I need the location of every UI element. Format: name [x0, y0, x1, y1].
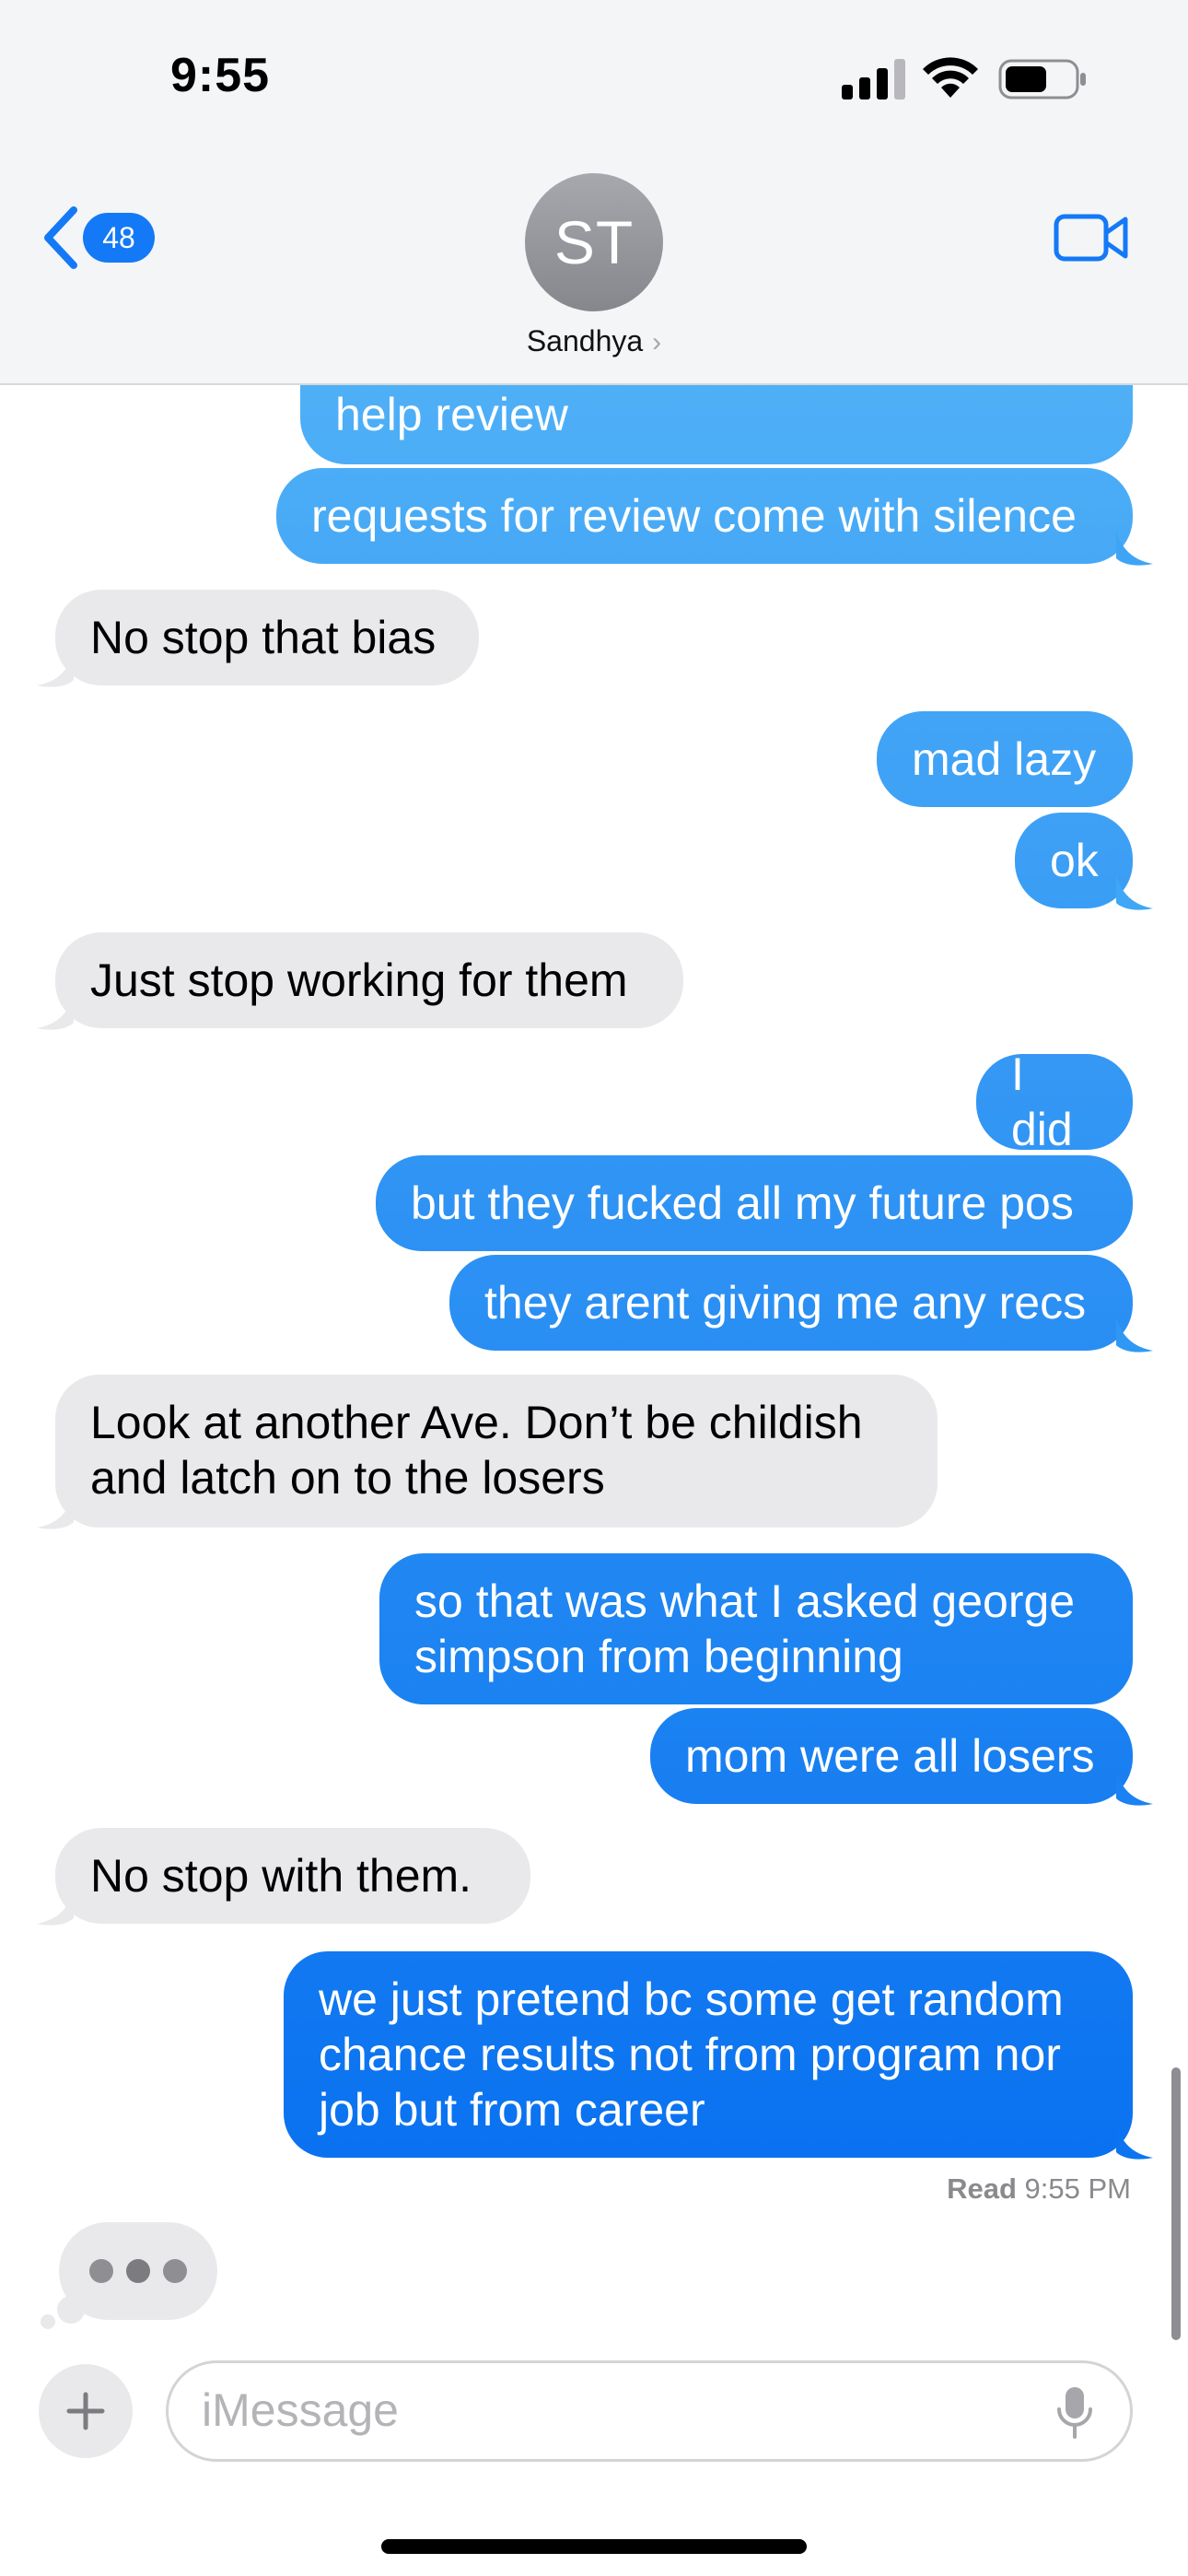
sent-message[interactable]: ok [1015, 813, 1133, 908]
scrollbar[interactable] [1171, 2067, 1181, 2340]
sent-message[interactable]: so that was what I asked george simpson … [379, 1553, 1133, 1704]
bubble-tail [1116, 1317, 1153, 1352]
status-time: 9:55 [170, 49, 271, 102]
read-time: 9:55 PM [1024, 2172, 1131, 2205]
received-message[interactable]: No stop that bias [55, 590, 479, 685]
typing-dot [89, 2259, 113, 2283]
received-message[interactable]: Just stop working for them [55, 932, 683, 1028]
typing-dot [126, 2259, 150, 2283]
bubble-tail [37, 1494, 74, 1529]
typing-indicator-tail [57, 2296, 85, 2324]
typing-dot [163, 2259, 187, 2283]
add-attachment-button[interactable] [39, 2364, 133, 2458]
read-receipt: Read 9:55 PM [947, 2172, 1131, 2206]
contact-name-label: Sandhya [526, 324, 644, 357]
sent-message[interactable]: help review [300, 372, 1133, 464]
signal-icon [842, 59, 905, 100]
bubble-tail [37, 652, 74, 687]
sent-message[interactable]: requests for review come with silence [276, 468, 1133, 564]
sent-message[interactable]: but they fucked all my future pos [376, 1155, 1133, 1251]
typing-indicator-tail [41, 2314, 55, 2329]
plus-icon [66, 2392, 105, 2430]
bubble-tail [37, 1891, 74, 1926]
video-camera-icon[interactable] [1054, 212, 1129, 263]
contact-name[interactable]: Sandhya › [0, 324, 1188, 358]
microphone-icon[interactable] [1056, 2385, 1093, 2441]
sent-message[interactable]: we just pretend bc some get random chanc… [284, 1951, 1133, 2158]
sent-message[interactable]: they arent giving me any recs [449, 1255, 1133, 1351]
sent-message[interactable]: mom were all losers [650, 1708, 1133, 1804]
unread-count-badge: 48 [83, 213, 155, 263]
bubble-tail [1116, 531, 1153, 566]
chevron-right-icon: › [652, 327, 662, 357]
sent-message[interactable]: mad lazy [877, 711, 1133, 807]
bubble-tail [1116, 2125, 1153, 2160]
read-label: Read [947, 2172, 1017, 2205]
back-button[interactable]: 48 [41, 205, 169, 271]
bubble-tail [37, 995, 74, 1030]
received-message[interactable]: Look at another Ave. Don’t be childish a… [55, 1375, 938, 1528]
bubble-tail [1116, 1771, 1153, 1806]
back-chevron-icon [44, 206, 77, 269]
avatar-initials: ST [553, 208, 635, 276]
battery-icon [998, 59, 1086, 100]
avatar[interactable]: ST [525, 173, 663, 311]
message-input-placeholder: iMessage [202, 2384, 399, 2436]
conversation-header: 9:55 48 ST Sandhya › [0, 0, 1188, 385]
bubble-tail [1116, 875, 1153, 910]
message-input[interactable]: iMessage [166, 2360, 1133, 2462]
home-indicator[interactable] [381, 2539, 807, 2554]
received-message[interactable]: No stop with them. [55, 1828, 530, 1924]
sent-message[interactable]: I did [976, 1048, 1133, 1155]
wifi-icon [923, 57, 978, 98]
